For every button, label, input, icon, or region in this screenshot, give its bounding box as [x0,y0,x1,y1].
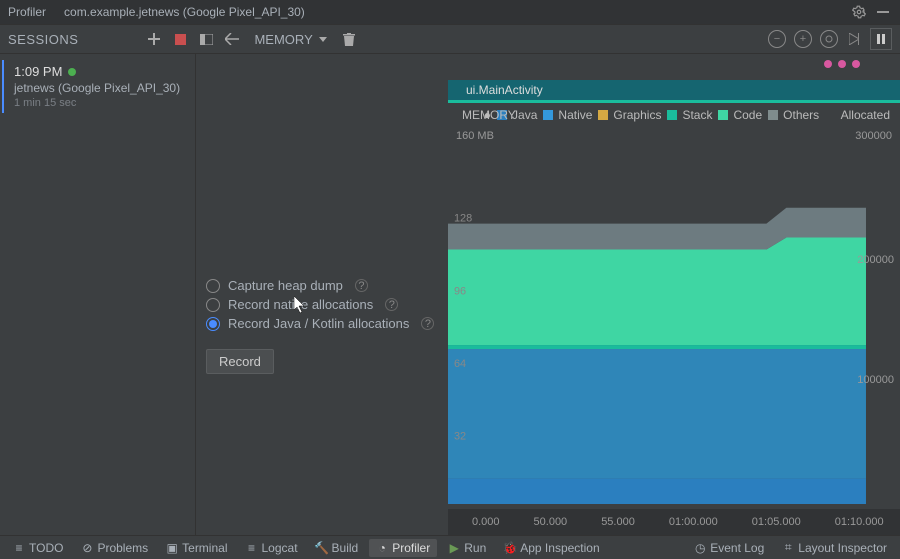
help-icon[interactable]: ? [421,317,434,330]
legend-stack: Stack [667,108,712,122]
help-icon[interactable]: ? [385,298,398,311]
stop-session-icon[interactable] [172,31,188,47]
radio-icon [206,279,220,293]
y-right-tick: 200000 [857,254,894,266]
recording-config-panel: Capture heap dump ? Record native alloca… [196,54,448,535]
legend-others: Others [768,108,819,122]
tab-run[interactable]: ▶Run [441,539,493,557]
zoom-in-button[interactable]: + [794,30,812,48]
gauge-icon: ◔ [376,542,388,554]
radio-java-alloc[interactable]: Record Java / Kotlin allocations ? [206,316,438,331]
chart-svg: 128 96 64 32 [448,146,866,504]
zoom-out-button[interactable]: − [768,30,786,48]
svg-text:96: 96 [454,285,466,297]
sessions-heading: SESSIONS [8,32,78,47]
tab-build[interactable]: 🔨Build [309,539,366,557]
logcat-icon: ≡ [246,542,258,554]
legend-native: Native [543,108,592,122]
inspector-icon: ⌗ [782,542,794,554]
gear-icon[interactable] [850,3,868,21]
app-name: com.example.jetnews (Google Pixel_API_30… [64,5,305,19]
legend-code: Code [718,108,762,122]
radio-icon-selected [206,317,220,331]
title-bar: Profiler com.example.jetnews (Google Pix… [0,0,900,24]
bell-icon: ◷ [694,542,706,554]
toolbar: SESSIONS MEMORY − + [0,24,900,54]
back-arrow-icon[interactable] [224,31,240,47]
chevron-down-icon [319,37,327,42]
bottom-tool-bar: ≡TODO ⊘Problems ▣Terminal ≡Logcat 🔨Build… [0,535,900,559]
allocated-label: Allocated [841,108,890,122]
svg-text:32: 32 [454,431,466,443]
panel-title: Profiler [8,5,46,19]
tab-app-inspection[interactable]: 🐞App Inspection [497,539,606,557]
sessions-panel: 1:09 PM jetnews (Google Pixel_API_30) 1 … [0,54,196,535]
help-icon[interactable]: ? [355,279,368,292]
session-duration: 1 min 15 sec [14,97,187,109]
x-axis: 0.000 50.000 55.000 01:00.000 01:05.000 … [448,509,900,535]
session-item[interactable]: 1:09 PM jetnews (Google Pixel_API_30) 1 … [2,60,195,113]
activity-label: ui.MainActivity [448,80,900,100]
bug-icon: 🐞 [504,542,516,554]
metric-dropdown[interactable]: MEMORY [254,32,326,47]
tab-todo[interactable]: ≡TODO [6,539,70,557]
legend-title: MEMORY [462,108,516,122]
metric-dropdown-value: MEMORY [254,32,312,47]
tab-terminal[interactable]: ▣Terminal [159,539,234,557]
go-live-icon[interactable] [846,31,862,47]
svg-text:128: 128 [454,213,472,225]
warn-icon: ⊘ [81,542,93,554]
trash-icon[interactable] [341,31,357,47]
tab-layout-inspector[interactable]: ⌗Layout Inspector [775,539,894,557]
list-icon: ≡ [13,542,25,554]
radio-label: Capture heap dump [228,278,343,293]
add-session-icon[interactable] [146,31,162,47]
session-time: 1:09 PM [14,64,187,79]
chart-legend: MEMORY ● Java Native Graphics Stack Code… [448,108,890,122]
memory-chart[interactable]: ui.MainActivity MEMORY ● Java Native Gra… [448,54,900,535]
y-axis-left-max: 160 MB [456,130,494,142]
status-dot-live [68,68,76,76]
record-button[interactable]: Record [206,349,274,374]
radio-native-alloc[interactable]: Record native allocations ? [206,297,438,312]
tab-profiler[interactable]: ◔Profiler [369,539,437,557]
radio-label: Record Java / Kotlin allocations [228,316,409,331]
sessions-panel-icon[interactable] [198,31,214,47]
tab-event-log[interactable]: ◷Event Log [687,539,771,557]
minimize-icon[interactable] [874,3,892,21]
play-icon: ▶ [448,542,460,554]
tab-problems[interactable]: ⊘Problems [74,539,155,557]
radio-heap-dump[interactable]: Capture heap dump ? [206,278,438,293]
y-right-tick: 100000 [857,374,894,386]
y-axis-right-max: 300000 [855,130,892,142]
pause-button[interactable] [870,28,892,50]
terminal-icon: ▣ [166,542,178,554]
zoom-reset-button[interactable] [820,30,838,48]
radio-icon [206,298,220,312]
recording-indicator [824,60,860,68]
session-name: jetnews (Google Pixel_API_30) [14,81,187,95]
radio-label: Record native allocations [228,297,373,312]
svg-text:64: 64 [454,358,466,370]
tab-logcat[interactable]: ≡Logcat [239,539,305,557]
hammer-icon: 🔨 [316,542,328,554]
main-area: 1:09 PM jetnews (Google Pixel_API_30) 1 … [0,54,900,535]
legend-graphics: Graphics [598,108,661,122]
